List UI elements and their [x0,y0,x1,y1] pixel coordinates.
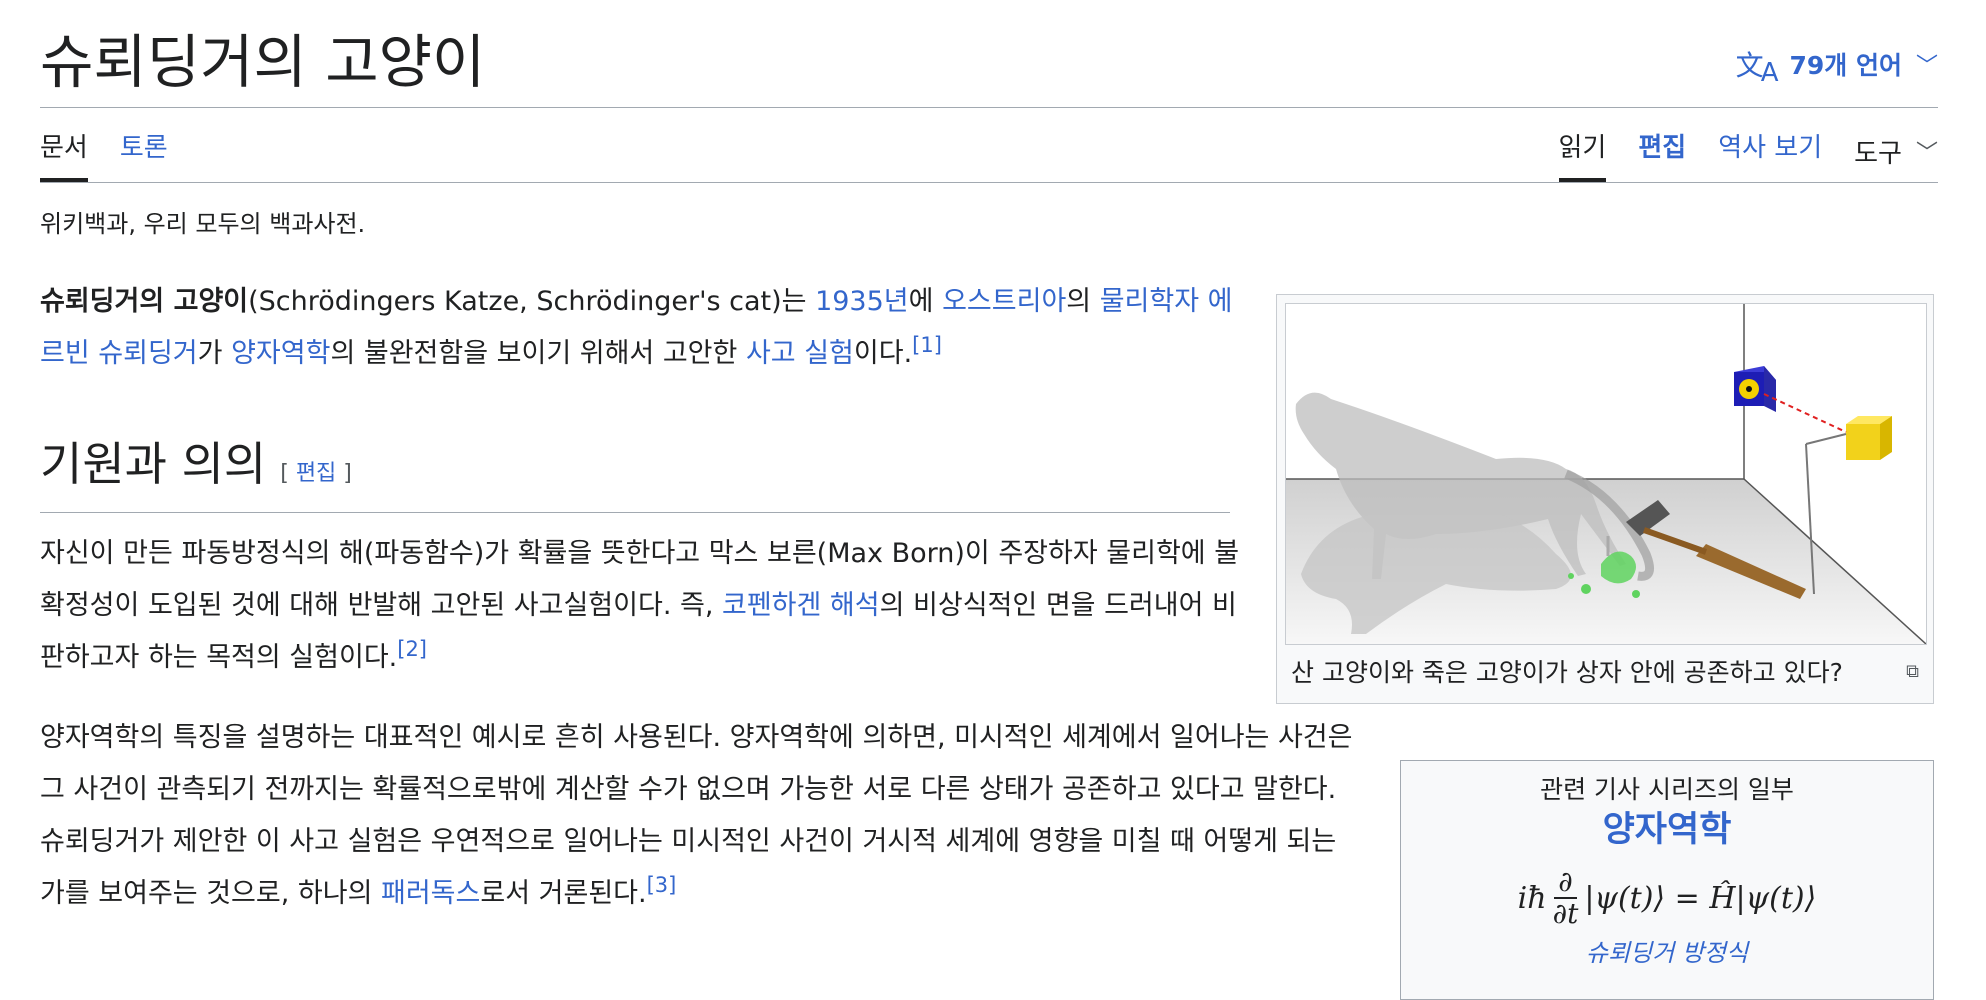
text: 가 [197,338,232,369]
eq-fraction: ∂ ∂t [1553,867,1579,929]
language-selector-button[interactable]: 文A 79개 언어 ﹀ [1735,44,1938,88]
section-edit: [ 편집 ] [280,444,352,504]
infobox-title-link[interactable]: 양자역학 [1603,810,1732,850]
text: 에 [908,286,943,317]
section-title: 기원과 의의 [40,437,267,491]
chevron-down-icon: ﹀ [1915,141,1938,166]
explanation-paragraph: 양자역학의 특징을 설명하는 대표적인 예시로 흔히 사용된다. 양자역학에 의… [40,712,1360,920]
bold-term: 슈뢰딩거의 고양이 [40,286,249,317]
site-tagline: 위키백과, 우리 모두의 백과사전. [40,210,366,238]
infobox-equation-link[interactable]: 슈뢰딩거 방정식 [1586,939,1748,967]
tab-article[interactable]: 문서 [40,126,88,182]
tab-talk[interactable]: 토론 [120,126,168,182]
title-divider [40,107,1938,108]
tools-label: 도구 [1854,139,1902,169]
link-quantum-mechanics[interactable]: 양자역학 [231,338,330,369]
series-infobox: 관련 기사 시리즈의 일부 양자역학 iħ ∂ ∂t |ψ(t)⟩ = Ĥ|ψ(… [1400,760,1934,1000]
bracket: [ [280,461,296,486]
tab-history[interactable]: 역사 보기 [1718,126,1822,182]
section-heading: 기원과 의의 [ 편집 ] [40,434,352,504]
eq-denominator: ∂t [1552,897,1579,930]
namespace-tabs: 문서 토론 [40,126,168,182]
infobox-subtitle: 관련 기사 시리즈의 일부 [1540,775,1794,804]
figure-caption: 산 고양이와 죽은 고양이가 상자 안에 공존하고 있다? [1291,658,1843,687]
link-thought-experiment[interactable]: 사고 실험 [746,338,854,369]
text: (Schrödingers Katze, Schrödinger's cat)는 [248,286,816,317]
link-1935[interactable]: 1935년 [815,286,909,317]
eq-lhs: iħ [1517,880,1547,916]
text: 양자역학의 특징을 설명하는 대표적인 예시로 흔히 사용된다. 양자역학에 의… [40,722,1353,909]
link-paradox[interactable]: 패러독스 [381,878,480,909]
tab-edit[interactable]: 편집 [1638,126,1686,182]
eq-numerator: ∂ [1554,867,1577,899]
expand-icon[interactable]: ⧉ [1906,661,1919,682]
figure-thumbnail: 산 고양이와 죽은 고양이가 상자 안에 공존하고 있다? ⧉ [1276,294,1934,704]
tools-menu-button[interactable]: 도구 ﹀ [1854,126,1938,182]
bracket: ] [336,461,352,486]
reference-2[interactable]: [2] [397,637,427,661]
reference-3[interactable]: [3] [647,873,677,897]
schrodinger-equation: iħ ∂ ∂t |ψ(t)⟩ = Ĥ|ψ(t)⟩ [1401,867,1933,929]
eq-rhs: |ψ(t)⟩ = Ĥ|ψ(t)⟩ [1584,880,1817,916]
language-count-label: 79개 언어 [1789,51,1902,80]
cat-illustration[interactable] [1285,303,1927,645]
chevron-down-icon: ﹀ [1915,54,1938,79]
tab-read[interactable]: 읽기 [1558,126,1606,182]
reference-1[interactable]: [1] [912,333,942,357]
link-copenhagen[interactable]: 코펜하겐 해석 [722,590,880,621]
section-edit-link[interactable]: 편집 [296,461,336,486]
text: 의 불완전함을 보이기 위해서 고안한 [330,338,746,369]
page-title: 슈뢰딩거의 고양이 [40,28,486,96]
text: 로서 거론된다. [480,878,647,909]
translate-icon: 文A [1735,49,1779,88]
intro-paragraph: 슈뢰딩거의 고양이(Schrödingers Katze, Schrödinge… [40,276,1240,380]
text: 의 [1066,286,1100,317]
text: 이다. [853,338,913,369]
section-divider [40,512,1230,513]
link-austria[interactable]: 오스트리아 [942,286,1066,317]
tabs-divider [40,182,1938,183]
origin-paragraph: 자신이 만든 파동방정식의 해(파동함수)가 확률을 뜻한다고 막스 보른(Ma… [40,528,1240,684]
view-tabs: 읽기 편집 역사 보기 도구 ﹀ [1558,126,1938,182]
